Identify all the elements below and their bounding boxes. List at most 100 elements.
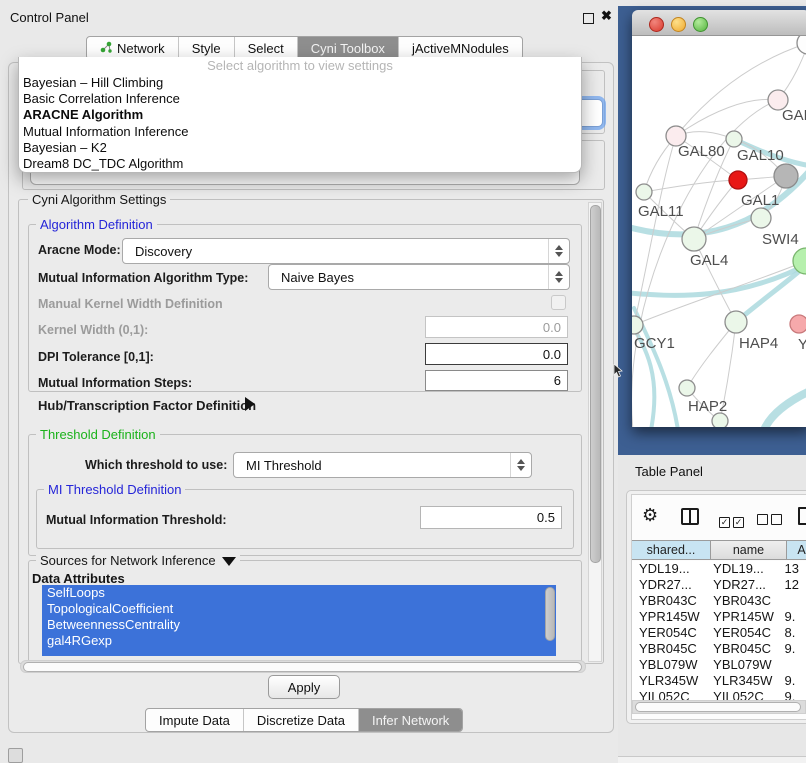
unchecked-pair-icon[interactable] xyxy=(757,512,785,530)
algorithm-dropdown-items: Bayesian – Hill ClimbingBasic Correlatio… xyxy=(19,75,581,172)
apply-button[interactable]: Apply xyxy=(268,675,340,699)
algorithm-option[interactable]: Bayesian – K2 xyxy=(19,140,581,156)
node-hap4[interactable] xyxy=(725,311,747,333)
close-icon[interactable]: ✖ xyxy=(601,8,612,24)
corner-panel-icon[interactable] xyxy=(8,748,23,763)
table-row[interactable]: YBL079WYBL079W xyxy=(632,657,806,673)
node-gcy1-label[interactable]: GCY1 xyxy=(634,335,675,352)
algorithm-option[interactable]: Bayesian – Hill Climbing xyxy=(19,75,581,91)
sources-collapse-arrow-icon[interactable] xyxy=(222,557,236,566)
node-gray[interactable] xyxy=(774,164,798,188)
attribute-item[interactable]: BetweennessCentrality xyxy=(42,617,556,633)
table-row[interactable]: YER054CYER054C8. xyxy=(632,625,806,641)
mi-type-combo[interactable]: Naive Bayes xyxy=(268,264,570,290)
node-gal1-label[interactable]: GAL1 xyxy=(741,192,779,209)
gear-icon[interactable]: ⚙ xyxy=(642,505,658,526)
control-panel-titlebar: Control Panel ✖ xyxy=(0,0,620,28)
node-gal11-label[interactable]: GAL11 xyxy=(638,203,684,220)
attribute-item[interactable]: SelfLoops xyxy=(42,585,556,601)
minimize-traffic-light-icon[interactable] xyxy=(671,17,686,32)
column-header-A[interactable]: A xyxy=(787,540,806,560)
table-cell: YBL079W xyxy=(632,657,706,673)
which-threshold-combo[interactable]: MI Threshold xyxy=(233,452,532,478)
network-window-titlebar[interactable] xyxy=(632,10,806,36)
table-cell: YBR043C xyxy=(706,593,777,609)
table-row[interactable]: YPR145WYPR145W9. xyxy=(632,609,806,625)
attributes-scrollbar-thumb[interactable] xyxy=(545,587,555,641)
dpi-tolerance-field[interactable] xyxy=(425,343,568,365)
tab-label: Style xyxy=(192,38,221,59)
hub-expand-arrow-icon[interactable] xyxy=(245,397,255,411)
node-gal11[interactable] xyxy=(636,184,652,200)
tab-label: jActiveMNodules xyxy=(412,38,509,59)
settings-hscrollbar-thumb[interactable] xyxy=(23,662,582,672)
node-y-pink[interactable] xyxy=(790,315,806,333)
node-gal10-label[interactable]: GAL10 xyxy=(737,147,784,164)
mi-threshold-field[interactable] xyxy=(420,506,562,529)
node-hap4-label[interactable]: HAP4 xyxy=(739,335,778,352)
algorithm-option[interactable]: ARACNE Algorithm xyxy=(19,107,581,123)
algorithm-option[interactable]: Mutual Information Inference xyxy=(19,124,581,140)
network-window[interactable]: GALGAL80GAL10GAL1GAL11SWI4GAL4GCY1HAP4YH… xyxy=(632,10,806,427)
column-header-name[interactable]: name xyxy=(711,540,787,560)
tab-network[interactable]: Network xyxy=(87,37,178,59)
node-gal4-label[interactable]: GAL4 xyxy=(690,252,728,269)
attribute-item-partial[interactable] xyxy=(42,649,556,656)
table-cell: 9. xyxy=(778,673,806,689)
manual-kernel-checkbox[interactable] xyxy=(551,295,566,310)
node-y-pink-label[interactable]: Y xyxy=(798,336,806,353)
algorithm-option[interactable]: Basic Correlation Inference xyxy=(19,91,581,107)
node-gal1[interactable] xyxy=(751,208,771,228)
attribute-item[interactable]: gal4RGexp xyxy=(42,633,556,649)
network-icon xyxy=(100,38,112,59)
table-cell: YBR045C xyxy=(706,641,777,657)
close-traffic-light-icon[interactable] xyxy=(649,17,664,32)
node-top-partial[interactable] xyxy=(797,36,806,54)
table-rows: YDL19...YDL19...13YDR27...YDR27...12YBR0… xyxy=(632,561,806,701)
table-row[interactable]: YDR27...YDR27...12 xyxy=(632,577,806,593)
table-cell: YDL19... xyxy=(706,561,777,577)
checked-pair-icon[interactable]: ✓✓ xyxy=(719,512,747,530)
network-canvas[interactable]: GALGAL80GAL10GAL1GAL11SWI4GAL4GCY1HAP4YH… xyxy=(632,36,806,427)
zoom-traffic-light-icon[interactable] xyxy=(693,17,708,32)
table-row[interactable]: YBR043CYBR043C xyxy=(632,593,806,609)
algorithm-option[interactable]: Dream8 DC_TDC Algorithm xyxy=(19,156,581,172)
document-icon[interactable] xyxy=(798,507,806,525)
table-row[interactable]: YBR045CYBR045C9. xyxy=(632,641,806,657)
node-hap2[interactable] xyxy=(679,380,695,396)
bottom-tab-discretize-data[interactable]: Discretize Data xyxy=(243,709,358,731)
aracne-mode-combo[interactable]: Discovery xyxy=(122,238,570,264)
table-cell: YPR145W xyxy=(632,609,706,625)
bottom-tab-impute-data[interactable]: Impute Data xyxy=(146,709,243,731)
aracne-mode-value: Discovery xyxy=(123,244,548,259)
kernel-width-field[interactable] xyxy=(425,316,568,338)
data-attributes-list[interactable]: SelfLoopsTopologicalCoefficientBetweenne… xyxy=(42,585,556,656)
settings-scrollbar-thumb[interactable] xyxy=(590,205,601,563)
node-gal80-label[interactable]: GAL80 xyxy=(678,143,725,160)
node-swi4-label[interactable]: SWI4 xyxy=(762,231,799,248)
tab-label: Select xyxy=(248,38,284,59)
float-window-icon[interactable] xyxy=(583,13,594,24)
node-red[interactable] xyxy=(729,171,747,189)
table-row[interactable]: YDL19...YDL19...13 xyxy=(632,561,806,577)
bottom-tab-infer-network[interactable]: Infer Network xyxy=(358,709,462,731)
attribute-item[interactable]: TopologicalCoefficient xyxy=(42,601,556,617)
node-gal4[interactable] xyxy=(682,227,706,251)
tab-jactivemnodules[interactable]: jActiveMNodules xyxy=(398,37,522,59)
hub-section-label[interactable]: Hub/Transcription Factor Definition xyxy=(38,398,256,413)
kernel-width-label: Kernel Width (0,1): xyxy=(38,323,148,337)
edge-thick xyxy=(764,390,806,427)
tab-cyni-toolbox[interactable]: Cyni Toolbox xyxy=(297,37,398,59)
combo-arrows-icon xyxy=(548,239,569,263)
sources-title[interactable]: Sources for Network Inference xyxy=(36,553,240,568)
table-row[interactable]: YLR345WYLR345W9. xyxy=(632,673,806,689)
node-gal10[interactable] xyxy=(726,131,742,147)
mi-steps-field[interactable] xyxy=(425,370,568,391)
node-bottom-partial[interactable] xyxy=(712,413,728,427)
table-hscrollbar-thumb[interactable] xyxy=(635,702,801,712)
node-gal-right-label[interactable]: GAL xyxy=(782,107,806,124)
split-columns-icon[interactable] xyxy=(681,508,699,525)
column-header-shared[interactable]: shared... xyxy=(632,540,711,560)
tab-style[interactable]: Style xyxy=(178,37,234,59)
tab-select[interactable]: Select xyxy=(234,37,297,59)
